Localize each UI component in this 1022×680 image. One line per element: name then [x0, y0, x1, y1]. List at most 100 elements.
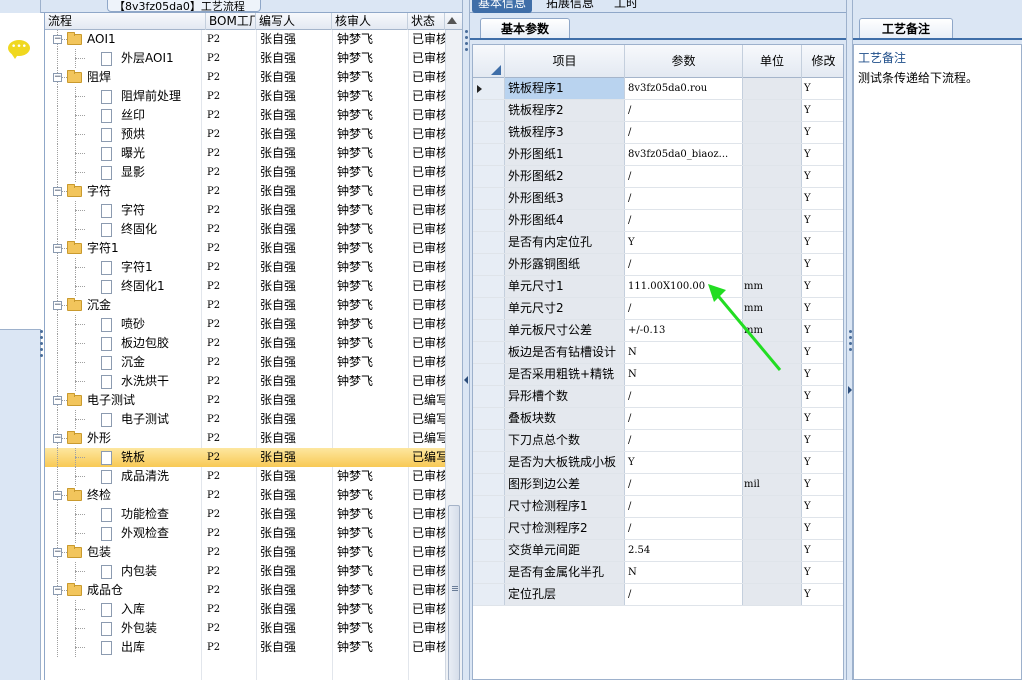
- collapse-toggle-icon[interactable]: −: [53, 35, 62, 44]
- notes-text[interactable]: 测试条传递给下流程。: [858, 70, 978, 86]
- param-row[interactable]: 铣板程序3/ Y: [473, 122, 843, 144]
- tree-folder-row[interactable]: − 成品仓 P2 张自强 钟梦飞 已审核: [45, 581, 445, 600]
- tab-process-flow[interactable]: 【8v3fz05da0】工艺流程: [107, 0, 261, 12]
- row-indicator[interactable]: [473, 562, 505, 583]
- row-indicator[interactable]: [473, 166, 505, 187]
- detail-notes-splitter[interactable]: [846, 0, 853, 680]
- row-indicator[interactable]: [473, 254, 505, 275]
- tree-step-row[interactable]: 预烘 P2 张自强 钟梦飞 已审核: [45, 125, 445, 144]
- param-value-cell[interactable]: /: [625, 188, 743, 209]
- param-value-cell[interactable]: /: [625, 254, 743, 275]
- collapse-toggle-icon[interactable]: −: [53, 73, 62, 82]
- collapse-toggle-icon[interactable]: −: [53, 396, 62, 405]
- param-unit-cell[interactable]: [743, 430, 802, 451]
- row-indicator[interactable]: [473, 144, 505, 165]
- param-unit-cell[interactable]: [743, 144, 802, 165]
- param-modify-cell[interactable]: Y: [802, 386, 843, 407]
- param-unit-cell[interactable]: [743, 78, 802, 99]
- param-modify-cell[interactable]: Y: [802, 188, 843, 209]
- param-value-cell[interactable]: 2.54: [625, 540, 743, 561]
- param-value-cell[interactable]: 8v3fz05da0.rou: [625, 78, 743, 99]
- row-indicator[interactable]: [473, 408, 505, 429]
- param-unit-cell[interactable]: mil: [743, 474, 802, 495]
- tree-step-row[interactable]: 字符1 P2 张自强 钟梦飞 已审核: [45, 258, 445, 277]
- param-row[interactable]: 外形露铜图纸 / Y: [473, 254, 843, 276]
- param-row[interactable]: 图形到边公差 / mil Y: [473, 474, 843, 496]
- tree-step-row[interactable]: 板边包胶 P2 张自强 钟梦飞 已审核: [45, 334, 445, 353]
- collapse-right-arrow-icon[interactable]: [848, 386, 852, 394]
- param-value-cell[interactable]: Y: [625, 232, 743, 253]
- param-modify-cell[interactable]: Y: [802, 496, 843, 517]
- column-header-unit[interactable]: 单位: [743, 45, 802, 78]
- param-modify-cell[interactable]: Y: [802, 518, 843, 539]
- row-indicator[interactable]: [473, 276, 505, 297]
- param-modify-cell[interactable]: Y: [802, 122, 843, 143]
- row-indicator[interactable]: [473, 364, 505, 385]
- param-value-cell[interactable]: /: [625, 386, 743, 407]
- tree-step-row[interactable]: 电子测试 P2 张自强 已编写: [45, 410, 445, 429]
- tree-folder-row[interactable]: − 包装 P2 张自强 钟梦飞 已审核: [45, 543, 445, 562]
- param-modify-cell[interactable]: Y: [802, 78, 843, 99]
- param-value-cell[interactable]: 8v3fz05da0_biaoz...: [625, 144, 743, 165]
- param-unit-cell[interactable]: [743, 408, 802, 429]
- param-row[interactable]: 外形图纸2/ Y: [473, 166, 843, 188]
- collapse-toggle-icon[interactable]: −: [53, 187, 62, 196]
- left-right-splitter[interactable]: [462, 0, 470, 680]
- row-indicator[interactable]: [473, 452, 505, 473]
- param-modify-cell[interactable]: Y: [802, 408, 843, 429]
- param-unit-cell[interactable]: [743, 166, 802, 187]
- tree-step-row[interactable]: 外包装 P2 张自强 钟梦飞 已审核: [45, 619, 445, 638]
- column-header-bom-factory[interactable]: BOM工厂: [206, 13, 256, 30]
- param-value-cell[interactable]: /: [625, 518, 743, 539]
- row-indicator[interactable]: [473, 298, 505, 319]
- tab-work-hours[interactable]: 工时: [608, 0, 644, 13]
- tree-step-row[interactable]: 沉金 P2 张自强 钟梦飞 已审核: [45, 353, 445, 372]
- param-unit-cell[interactable]: [743, 254, 802, 275]
- param-row[interactable]: 定位孔层 / Y: [473, 584, 843, 606]
- param-value-cell[interactable]: /: [625, 166, 743, 187]
- tree-step-row[interactable]: 终固化1 P2 张自强 钟梦飞 已审核: [45, 277, 445, 296]
- scroll-up-arrow-icon[interactable]: [447, 17, 457, 24]
- param-unit-cell[interactable]: [743, 584, 802, 605]
- param-modify-cell[interactable]: Y: [802, 144, 843, 165]
- tree-step-row[interactable]: 出库 P2 张自强 钟梦飞 已审核: [45, 638, 445, 657]
- row-indicator[interactable]: [473, 210, 505, 231]
- param-unit-cell[interactable]: [743, 562, 802, 583]
- column-header-status[interactable]: 状态: [408, 13, 445, 30]
- row-indicator[interactable]: [473, 474, 505, 495]
- param-modify-cell[interactable]: Y: [802, 430, 843, 451]
- tree-folder-row[interactable]: − 电子测试 P2 张自强 已编写: [45, 391, 445, 410]
- tree-folder-row[interactable]: − AOI1 P2 张自强 钟梦飞 已审核: [45, 30, 445, 49]
- collapse-toggle-icon[interactable]: −: [53, 301, 62, 310]
- collapse-toggle-icon[interactable]: −: [53, 434, 62, 443]
- tree-step-row[interactable]: 丝印 P2 张自强 钟梦飞 已审核: [45, 106, 445, 125]
- param-row[interactable]: 是否为大板铣成小板 Y Y: [473, 452, 843, 474]
- param-value-cell[interactable]: /: [625, 496, 743, 517]
- param-modify-cell[interactable]: Y: [802, 584, 843, 605]
- param-value-cell[interactable]: /: [625, 408, 743, 429]
- param-row[interactable]: 尺寸检测程序1/ Y: [473, 496, 843, 518]
- param-unit-cell[interactable]: [743, 232, 802, 253]
- column-header-process[interactable]: 流程: [45, 13, 206, 30]
- param-modify-cell[interactable]: Y: [802, 100, 843, 121]
- collapse-left-arrow-icon[interactable]: [464, 376, 468, 384]
- column-header-reviewer[interactable]: 核审人: [332, 13, 408, 30]
- tree-folder-row[interactable]: − 阻焊 P2 张自强 钟梦飞 已审核: [45, 68, 445, 87]
- tree-step-row[interactable]: 水洗烘干 P2 张自强 钟梦飞 已审核: [45, 372, 445, 391]
- tree-step-row[interactable]: 铣板 P2 张自强 已编写: [45, 448, 445, 467]
- param-unit-cell[interactable]: [743, 496, 802, 517]
- param-unit-cell[interactable]: [743, 210, 802, 231]
- param-row[interactable]: 下刀点总个数 / Y: [473, 430, 843, 452]
- param-row[interactable]: 外形图纸3/ Y: [473, 188, 843, 210]
- param-row[interactable]: 异形槽个数 / Y: [473, 386, 843, 408]
- column-header-modify[interactable]: 修改: [802, 45, 843, 78]
- param-row[interactable]: 是否有金属化半孔 N Y: [473, 562, 843, 584]
- param-modify-cell[interactable]: Y: [802, 474, 843, 495]
- row-indicator[interactable]: [473, 386, 505, 407]
- row-indicator[interactable]: [473, 540, 505, 561]
- param-value-cell[interactable]: /: [625, 474, 743, 495]
- param-row[interactable]: 外形图纸4/ Y: [473, 210, 843, 232]
- row-header-corner[interactable]: [473, 45, 505, 78]
- param-modify-cell[interactable]: Y: [802, 210, 843, 231]
- tree-folder-row[interactable]: − 外形 P2 张自强 已编写: [45, 429, 445, 448]
